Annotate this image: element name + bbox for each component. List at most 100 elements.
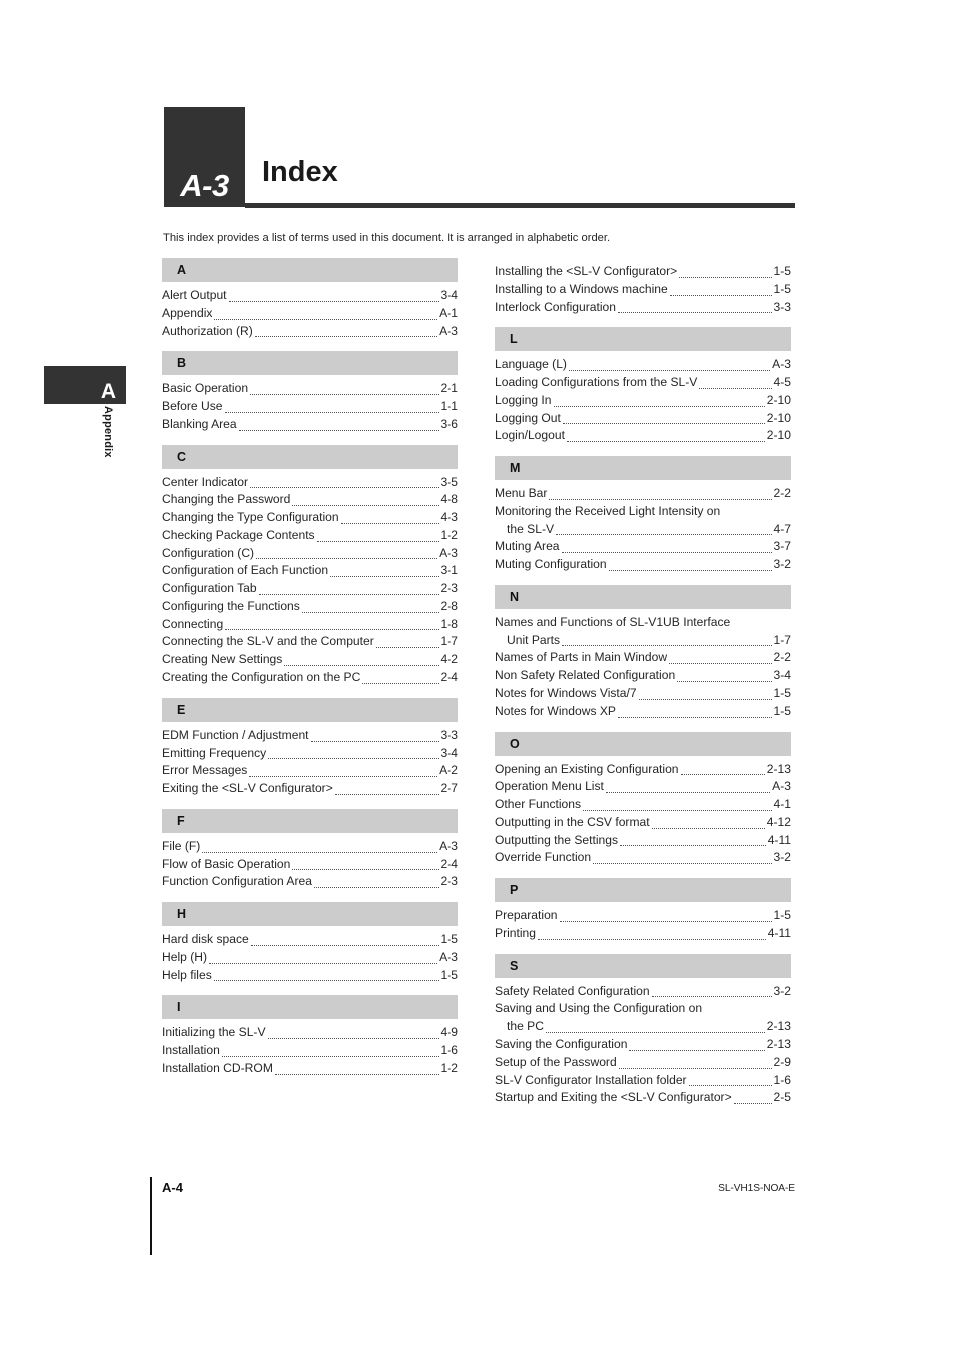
index-entry[interactable]: Initializing the SL-V 4-9 [162, 1024, 458, 1042]
index-entry-page-number: 2-3 [440, 874, 458, 889]
index-entry[interactable]: Error Messages A-2 [162, 762, 458, 780]
section-letter-header: S [495, 953, 791, 978]
index-entry[interactable]: Checking Package Contents 1-2 [162, 527, 458, 545]
index-entry[interactable]: Muting Configuration 3-2 [495, 556, 791, 574]
index-entry[interactable]: Non Safety Related Configuration 3-4 [495, 667, 791, 685]
index-entry[interactable]: Blanking Area 3-6 [162, 416, 458, 434]
index-entry-label: Login/Logout [495, 428, 565, 443]
index-entry-page-number: 1-8 [440, 616, 458, 631]
index-entry-page-number: A-3 [439, 545, 458, 560]
index-entry-label: Configuration of Each Function [162, 563, 329, 578]
index-entry[interactable]: Installation 1-6 [162, 1042, 458, 1060]
index-entry-page-number: 4-2 [440, 652, 458, 667]
section-letter-header: P [495, 878, 791, 903]
index-entry-leader-dots [213, 979, 439, 982]
index-entry-wrapped-line[interactable]: Monitoring the Received Light Intensity … [495, 503, 791, 521]
index-entry[interactable]: Help (H) A-3 [162, 949, 458, 967]
index-entry[interactable]: Connecting the SL-V and the Computer 1-7 [162, 633, 458, 651]
index-entry-page-number: 3-7 [773, 539, 791, 554]
index-entry-leader-dots [618, 1067, 772, 1069]
index-entry[interactable]: Before Use 1-1 [162, 398, 458, 416]
index-entry[interactable]: Configuration of Each Function 3-1 [162, 562, 458, 580]
index-entry[interactable]: Configuring the Functions 2-8 [162, 598, 458, 616]
index-entry-label: Installation CD-ROM [162, 1060, 273, 1075]
index-entry[interactable]: Names of Parts in Main Window 2-2 [495, 649, 791, 667]
index-entry-wrapped-line[interactable]: Names and Functions of SL-V1UB Interface [495, 614, 791, 632]
index-entry[interactable]: Changing the Password 4-8 [162, 491, 458, 509]
index-entry-wrapped-line[interactable]: Saving and Using the Configuration on [495, 1000, 791, 1018]
index-entry[interactable]: Menu Bar 2-2 [495, 485, 791, 503]
index-entry[interactable]: File (F) A-3 [162, 838, 458, 856]
index-entry[interactable]: Outputting the Settings 4-11 [495, 832, 791, 850]
index-entry[interactable]: Printing 4-11 [495, 925, 791, 943]
index-entry[interactable]: the PC 2-13 [495, 1018, 791, 1036]
index-entry[interactable]: Help files 1-5 [162, 967, 458, 985]
index-entry[interactable]: Loading Configurations from the SL-V 4-5 [495, 374, 791, 392]
section-entry-list: Center Indicator 3-5 Changing the Password… [162, 469, 458, 687]
index-entry-label: Creating New Settings [162, 652, 283, 667]
index-entry-leader-dots [313, 886, 439, 889]
index-entry[interactable]: Changing the Type Configuration 4-3 [162, 509, 458, 527]
section-entry-list: Installing the <SL-V Configurator> 1-5 Ins… [495, 258, 791, 316]
index-entry-leader-dots [545, 1031, 765, 1033]
index-entry[interactable]: Connecting 1-8 [162, 616, 458, 634]
index-entry[interactable]: Setup of the Password 2-9 [495, 1054, 791, 1072]
index-entry[interactable]: Basic Operation 2-1 [162, 380, 458, 398]
index-entry[interactable]: Unit Parts 1-7 [495, 632, 791, 650]
index-entry[interactable]: Emitting Frequency 3-4 [162, 745, 458, 763]
index-entry[interactable]: the SL-V 4-7 [495, 521, 791, 539]
index-entry-label: File (F) [162, 838, 201, 853]
index-entry[interactable]: Preparation 1-5 [495, 907, 791, 925]
index-entry-label: Unit Parts [507, 632, 561, 647]
index-section: M Menu Bar 2-2 Monitoring the Received Ligh… [495, 456, 791, 574]
index-entry[interactable]: Creating the Configuration on the PC 2-4 [162, 669, 458, 687]
index-entry[interactable]: Creating New Settings 4-2 [162, 651, 458, 669]
index-entry-leader-dots [561, 551, 772, 554]
index-entry-label: Notes for Windows Vista/7 [495, 686, 637, 701]
index-entry-label: the PC [507, 1019, 544, 1034]
index-entry[interactable]: Authorization (R) A-3 [162, 323, 458, 341]
index-entry[interactable]: Installing to a Windows machine 1-5 [495, 281, 791, 299]
index-entry[interactable]: Function Configuration Area 2-3 [162, 873, 458, 891]
index-entry[interactable]: Login/Logout 2-10 [495, 427, 791, 445]
index-entry-label: Appendix [162, 305, 213, 320]
section-letter-header: B [162, 351, 458, 376]
index-entry[interactable]: Notes for Windows XP 1-5 [495, 703, 791, 721]
index-entry-leader-dots [733, 1102, 772, 1105]
index-entry[interactable]: Opening an Existing Configuration 2-13 [495, 761, 791, 779]
index-entry[interactable]: Alert Output 3-4 [162, 287, 458, 305]
index-entry[interactable]: Safety Related Configuration 3-2 [495, 983, 791, 1001]
index-entry-page-number: 2-10 [766, 392, 791, 407]
index-entry[interactable]: Other Functions 4-1 [495, 796, 791, 814]
index-entry[interactable]: Configuration Tab 2-3 [162, 580, 458, 598]
index-entry-page-number: 2-2 [773, 486, 791, 501]
section-letter-header: L [495, 327, 791, 352]
index-entry[interactable]: Language (L) A-3 [495, 356, 791, 374]
index-entry[interactable]: Muting Area 3-7 [495, 538, 791, 556]
index-entry-label: Configuring the Functions [162, 598, 300, 613]
index-entry[interactable]: Flow of Basic Operation 2-4 [162, 856, 458, 874]
index-entry[interactable]: Hard disk space 1-5 [162, 931, 458, 949]
index-entry[interactable]: Notes for Windows Vista/7 1-5 [495, 685, 791, 703]
index-entry-label: Muting Area [495, 539, 560, 554]
index-entry[interactable]: Center Indicator 3-5 [162, 474, 458, 492]
index-entry[interactable]: Logging Out 2-10 [495, 410, 791, 428]
index-entry[interactable]: Installing the <SL-V Configurator> 1-5 [495, 263, 791, 281]
index-entry[interactable]: Exiting the <SL-V Configurator> 2-7 [162, 780, 458, 798]
index-entry[interactable]: Operation Menu List A-3 [495, 778, 791, 796]
index-entry[interactable]: Override Function 3-2 [495, 849, 791, 867]
index-entry[interactable]: Appendix A-1 [162, 305, 458, 323]
index-entry[interactable]: Outputting in the CSV format 4-12 [495, 814, 791, 832]
index-entry[interactable]: Installation CD-ROM 1-2 [162, 1060, 458, 1078]
index-entry-page-number: 2-3 [440, 581, 458, 596]
header-divider [245, 203, 795, 208]
index-entry[interactable]: Saving the Configuration 2-13 [495, 1036, 791, 1054]
index-entry[interactable]: Configuration (C) A-3 [162, 545, 458, 563]
index-entry[interactable]: Interlock Configuration 3-3 [495, 299, 791, 317]
index-entry[interactable]: SL-V Configurator Installation folder 1-6 [495, 1072, 791, 1090]
index-entry-leader-dots [562, 644, 772, 647]
index-entry[interactable]: EDM Function / Adjustment 3-3 [162, 727, 458, 745]
index-entry[interactable]: Startup and Exiting the <SL-V Configurat… [495, 1089, 791, 1107]
index-entry[interactable]: Logging In 2-10 [495, 392, 791, 410]
index-entry-page-number: 1-2 [440, 527, 458, 542]
